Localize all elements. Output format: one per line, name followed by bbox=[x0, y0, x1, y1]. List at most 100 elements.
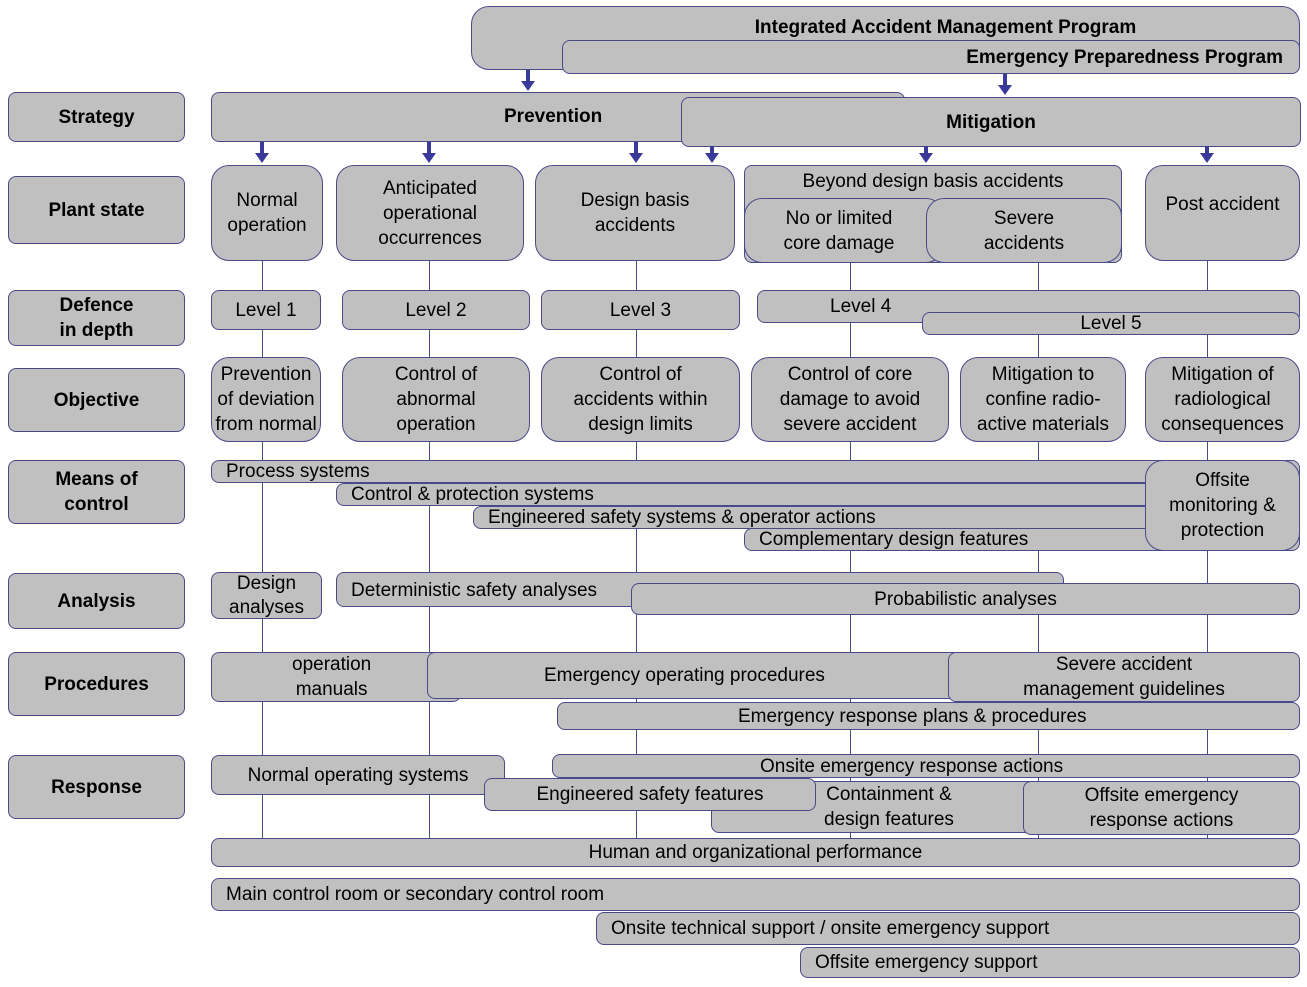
response-normal-operating-systems: Normal operating systems bbox=[211, 755, 505, 795]
plant-state-post-accident: Post accident bbox=[1145, 165, 1300, 261]
row-label-response-text: Response bbox=[51, 776, 142, 798]
arrow-down-icon bbox=[521, 70, 535, 92]
response-onsite-technical-support: Onsite technical support / onsite emerge… bbox=[596, 912, 1300, 945]
defence-level-5-text: Level 5 bbox=[1080, 313, 1142, 334]
objective-6: Mitigation of radiological consequences bbox=[1145, 357, 1300, 442]
emergency-preparedness-program: Emergency Preparedness Program bbox=[562, 40, 1300, 74]
response-offsite-emergency-support: Offsite emergency support bbox=[800, 947, 1300, 978]
objective-4-text: Control of core damage to avoid severe a… bbox=[779, 364, 921, 435]
plant-state-aoo: Anticipated operational occurrences bbox=[336, 165, 524, 261]
means-cdf-text: Complementary design features bbox=[759, 529, 1029, 550]
row-label-objective: Objective bbox=[8, 368, 185, 432]
arrow-down-icon bbox=[629, 142, 643, 164]
arrow-down-icon bbox=[919, 146, 933, 168]
row-label-means: Means of control bbox=[8, 460, 185, 524]
row-label-means-text: Means of control bbox=[55, 469, 138, 515]
plant-state-severe-text: Severe accidents bbox=[983, 207, 1065, 254]
means-offsite-monitoring: Offsite monitoring & protection bbox=[1145, 460, 1300, 551]
arrow-down-icon bbox=[998, 74, 1012, 96]
objective-5-text: Mitigation to confine radio- active mate… bbox=[977, 364, 1109, 435]
row-label-defence: Defence in depth bbox=[8, 290, 185, 346]
objective-5: Mitigation to confine radio- active mate… bbox=[960, 357, 1126, 442]
response-human-text: Human and organizational performance bbox=[588, 842, 923, 863]
plant-state-limited-core-damage: No or limited core damage bbox=[744, 198, 944, 263]
procedures-samg: Severe accident management guidelines bbox=[948, 652, 1300, 702]
defence-level-1: Level 1 bbox=[211, 290, 321, 330]
means-process-text: Process systems bbox=[226, 461, 370, 482]
defence-level-1-text: Level 1 bbox=[235, 299, 297, 321]
row-label-procedures-text: Procedures bbox=[44, 673, 149, 695]
response-normal-text: Normal operating systems bbox=[247, 764, 469, 786]
defence-level-2: Level 2 bbox=[342, 290, 530, 330]
defence-level-5: Level 5 bbox=[922, 312, 1300, 335]
mitigation-label: Mitigation bbox=[946, 111, 1036, 133]
plant-state-limited-text: No or limited core damage bbox=[783, 207, 895, 254]
arrow-down-icon bbox=[1200, 146, 1214, 168]
analysis-probabilistic-text: Probabilistic analyses bbox=[874, 588, 1057, 610]
defence-level-4-text: Level 4 bbox=[830, 296, 892, 317]
means-process-systems: Process systems bbox=[211, 460, 1300, 483]
prevention-label: Prevention bbox=[504, 105, 603, 127]
connector-line-col1 bbox=[262, 255, 263, 840]
row-label-analysis: Analysis bbox=[8, 573, 185, 629]
response-onsite-support-text: Onsite technical support / onsite emerge… bbox=[611, 918, 1050, 939]
plant-state-severe-accidents: Severe accidents bbox=[926, 198, 1122, 263]
plant-state-aoo-text: Anticipated operational occurrences bbox=[378, 177, 482, 249]
procedures-eop: Emergency operating procedures bbox=[427, 652, 967, 699]
procedures-erp-text: Emergency response plans & procedures bbox=[738, 705, 1087, 727]
row-label-plant-state-text: Plant state bbox=[48, 199, 145, 221]
response-esf-text: Engineered safety features bbox=[536, 784, 764, 805]
objective-2-text: Control of abnormal operation bbox=[394, 364, 478, 435]
objective-3-text: Control of accidents within design limit… bbox=[573, 364, 708, 435]
connector-line-col3 bbox=[636, 255, 637, 840]
response-mcr-text: Main control room or secondary control r… bbox=[226, 884, 605, 905]
row-label-strategy: Strategy bbox=[8, 92, 185, 142]
strategy-mitigation: Mitigation bbox=[681, 97, 1301, 147]
row-label-analysis-text: Analysis bbox=[57, 590, 136, 612]
procedures-eop-text: Emergency operating procedures bbox=[544, 665, 825, 686]
integrated-program-label: Integrated Accident Management Program bbox=[754, 17, 1137, 38]
row-label-defence-text: Defence in depth bbox=[59, 295, 134, 341]
defence-level-3-text: Level 3 bbox=[609, 299, 672, 321]
response-onsite-emergency-actions: Onsite emergency response actions bbox=[552, 754, 1300, 778]
plant-state-post-text: Post accident bbox=[1165, 193, 1280, 215]
defence-level-3: Level 3 bbox=[541, 290, 740, 330]
objective-1: Prevention of deviation from normal bbox=[211, 357, 321, 442]
response-containment-text: Containment & design features bbox=[824, 784, 954, 830]
means-control-text: Control & protection systems bbox=[351, 484, 594, 505]
response-onsite-actions-text: Onsite emergency response actions bbox=[760, 755, 1064, 777]
arrow-down-icon bbox=[422, 142, 436, 164]
plant-state-bdba-text: Beyond design basis accidents bbox=[802, 171, 1064, 192]
objective-1-text: Prevention of deviation from normal bbox=[215, 364, 317, 435]
response-human-organizational: Human and organizational performance bbox=[211, 838, 1300, 867]
response-main-control-room: Main control room or secondary control r… bbox=[211, 878, 1300, 911]
procedures-operation-manuals: operation manuals bbox=[211, 652, 461, 702]
objective-4: Control of core damage to avoid severe a… bbox=[751, 357, 949, 442]
plant-state-dba: Design basis accidents bbox=[535, 165, 735, 261]
plant-state-normal-operation: Normal operation bbox=[211, 165, 323, 261]
plant-state-dba-text: Design basis accidents bbox=[580, 190, 690, 236]
procedures-erp: Emergency response plans & procedures bbox=[557, 702, 1300, 730]
analysis-design-text: Design analyses bbox=[229, 572, 304, 618]
procedures-samg-text: Severe accident management guidelines bbox=[1023, 654, 1225, 700]
objective-6-text: Mitigation of radiological consequences bbox=[1161, 364, 1284, 435]
arrow-down-icon bbox=[255, 142, 269, 164]
row-label-response: Response bbox=[8, 755, 185, 819]
analysis-design: Design analyses bbox=[211, 572, 322, 619]
response-offsite-support-text: Offsite emergency support bbox=[815, 952, 1038, 973]
analysis-deterministic-text: Deterministic safety analyses bbox=[351, 580, 598, 601]
emergency-program-label: Emergency Preparedness Program bbox=[966, 46, 1283, 68]
objective-2: Control of abnormal operation bbox=[342, 357, 530, 442]
procedures-manuals-text: operation manuals bbox=[292, 654, 372, 700]
defence-level-2-text: Level 2 bbox=[405, 299, 467, 321]
row-label-plant-state: Plant state bbox=[8, 176, 185, 244]
row-label-strategy-text: Strategy bbox=[58, 106, 135, 128]
response-offsite-emergency-actions: Offsite emergency response actions bbox=[1023, 781, 1300, 835]
arrow-down-icon bbox=[705, 146, 719, 168]
connector-line-col2 bbox=[429, 255, 430, 840]
row-label-procedures: Procedures bbox=[8, 652, 185, 716]
row-label-objective-text: Objective bbox=[53, 389, 140, 411]
response-offsite-actions-text: Offsite emergency response actions bbox=[1084, 785, 1239, 831]
response-engineered-safety-features: Engineered safety features bbox=[484, 778, 816, 811]
means-offsite-text: Offsite monitoring & protection bbox=[1169, 470, 1276, 541]
